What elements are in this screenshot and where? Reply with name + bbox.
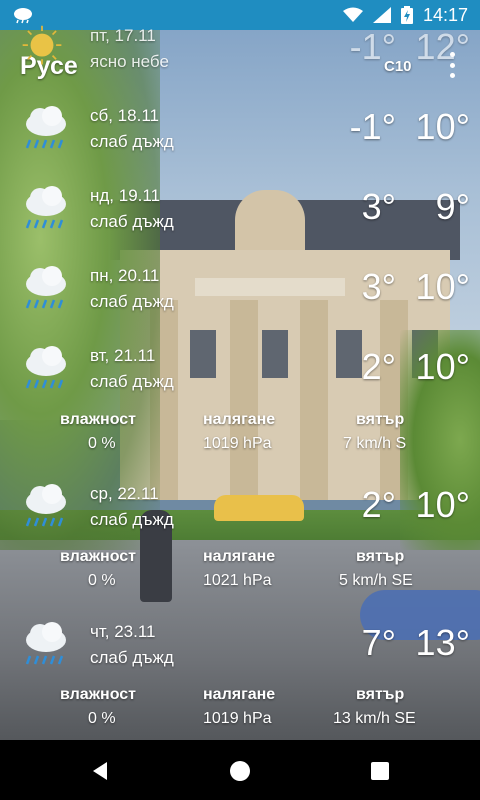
forecast-row-mon[interactable]: пн, 20.11 слаб дъжд 3° 10° — [0, 256, 480, 316]
wind-value: 13 km/h SE — [333, 710, 416, 727]
temp-min: 3° — [361, 266, 396, 307]
rain-cloud-icon — [25, 266, 66, 309]
forecast-date: сб, 18.11 — [90, 106, 159, 125]
sun-icon — [22, 25, 62, 65]
forecast-details-thu: влажност 0 % налягане 1019 hPa вятър 13 … — [0, 686, 480, 734]
wind-label: вятър — [356, 686, 405, 703]
temp-max: 9° — [435, 186, 470, 227]
forecast-date: чт, 23.11 — [90, 622, 156, 641]
humidity-value: 0 % — [88, 435, 116, 452]
temp-max: 10° — [415, 106, 470, 147]
forecast-date: ср, 22.11 — [90, 484, 159, 503]
rain-cloud-icon — [25, 484, 66, 527]
forecast-details-wed: влажност 0 % налягане 1021 hPa вятър 5 k… — [0, 548, 480, 596]
navigation-bar — [0, 740, 480, 800]
temp-max: 10° — [415, 346, 470, 387]
temp-min: 2° — [361, 484, 396, 525]
wind-value: 5 km/h SE — [339, 572, 413, 589]
temp-max: 12° — [415, 26, 470, 67]
humidity-label: влажност — [60, 686, 136, 703]
forecast-description: слаб дъжд — [90, 510, 174, 529]
forecast-description: ясно небе — [90, 52, 169, 71]
home-icon[interactable] — [229, 760, 251, 782]
temp-max: 10° — [415, 266, 470, 307]
forecast-details-tue: влажност 0 % налягане 1019 hPa вятър 7 k… — [0, 411, 480, 459]
forecast-date: нд, 19.11 — [90, 186, 161, 205]
temp-max: 10° — [415, 484, 470, 525]
forecast-date: пн, 20.11 — [90, 266, 160, 285]
humidity-label: влажност — [60, 411, 136, 428]
temp-min: 3° — [361, 186, 396, 227]
temp-min: 7° — [361, 622, 396, 663]
wind-label: вятър — [356, 411, 405, 428]
temp-min: -1° — [349, 106, 396, 147]
forecast-description: слаб дъжд — [90, 292, 174, 311]
wind-label: вятър — [356, 548, 405, 565]
humidity-value: 0 % — [88, 572, 116, 589]
rain-cloud-icon — [25, 186, 66, 229]
humidity-value: 0 % — [88, 710, 116, 727]
forecast-row-tue[interactable]: вт, 21.11 слаб дъжд 2° 10° — [0, 336, 480, 396]
forecast-row-sun[interactable]: нд, 19.11 слаб дъжд 3° 9° — [0, 176, 480, 236]
pressure-value: 1019 hPa — [203, 435, 272, 452]
forecast-description: слаб дъжд — [90, 132, 174, 151]
forecast-date: вт, 21.11 — [90, 346, 156, 365]
pressure-label: налягане — [203, 686, 276, 703]
rain-cloud-icon — [25, 346, 66, 389]
humidity-label: влажност — [60, 548, 136, 565]
forecast-row-thu[interactable]: чт, 23.11 слаб дъжд 7° 13° — [0, 612, 480, 672]
rain-cloud-icon — [25, 106, 66, 149]
temp-max: 13° — [415, 622, 470, 663]
recents-icon[interactable] — [369, 760, 391, 782]
forecast-description: слаб дъжд — [90, 212, 174, 231]
forecast-date: пт, 17.11 — [90, 26, 156, 45]
forecast-description: слаб дъжд — [90, 648, 174, 667]
pressure-label: налягане — [203, 548, 276, 565]
pressure-value: 1021 hPa — [203, 572, 272, 589]
forecast-row-fri[interactable]: пт, 17.11 ясно небе -1° 12° — [0, 20, 480, 80]
forecast-row-wed[interactable]: ср, 22.11 слаб дъжд 2° 10° — [0, 474, 480, 534]
pressure-label: налягане — [203, 411, 276, 428]
temp-min: 2° — [361, 346, 396, 387]
temp-min: -1° — [349, 26, 396, 67]
back-icon[interactable] — [89, 760, 111, 782]
pressure-value: 1019 hPa — [203, 710, 272, 727]
forecast-row-sat[interactable]: сб, 18.11 слаб дъжд -1° 10° — [0, 96, 480, 156]
wind-value: 7 km/h S — [343, 435, 407, 452]
forecast-description: слаб дъжд — [90, 372, 174, 391]
rain-cloud-icon — [25, 622, 66, 665]
